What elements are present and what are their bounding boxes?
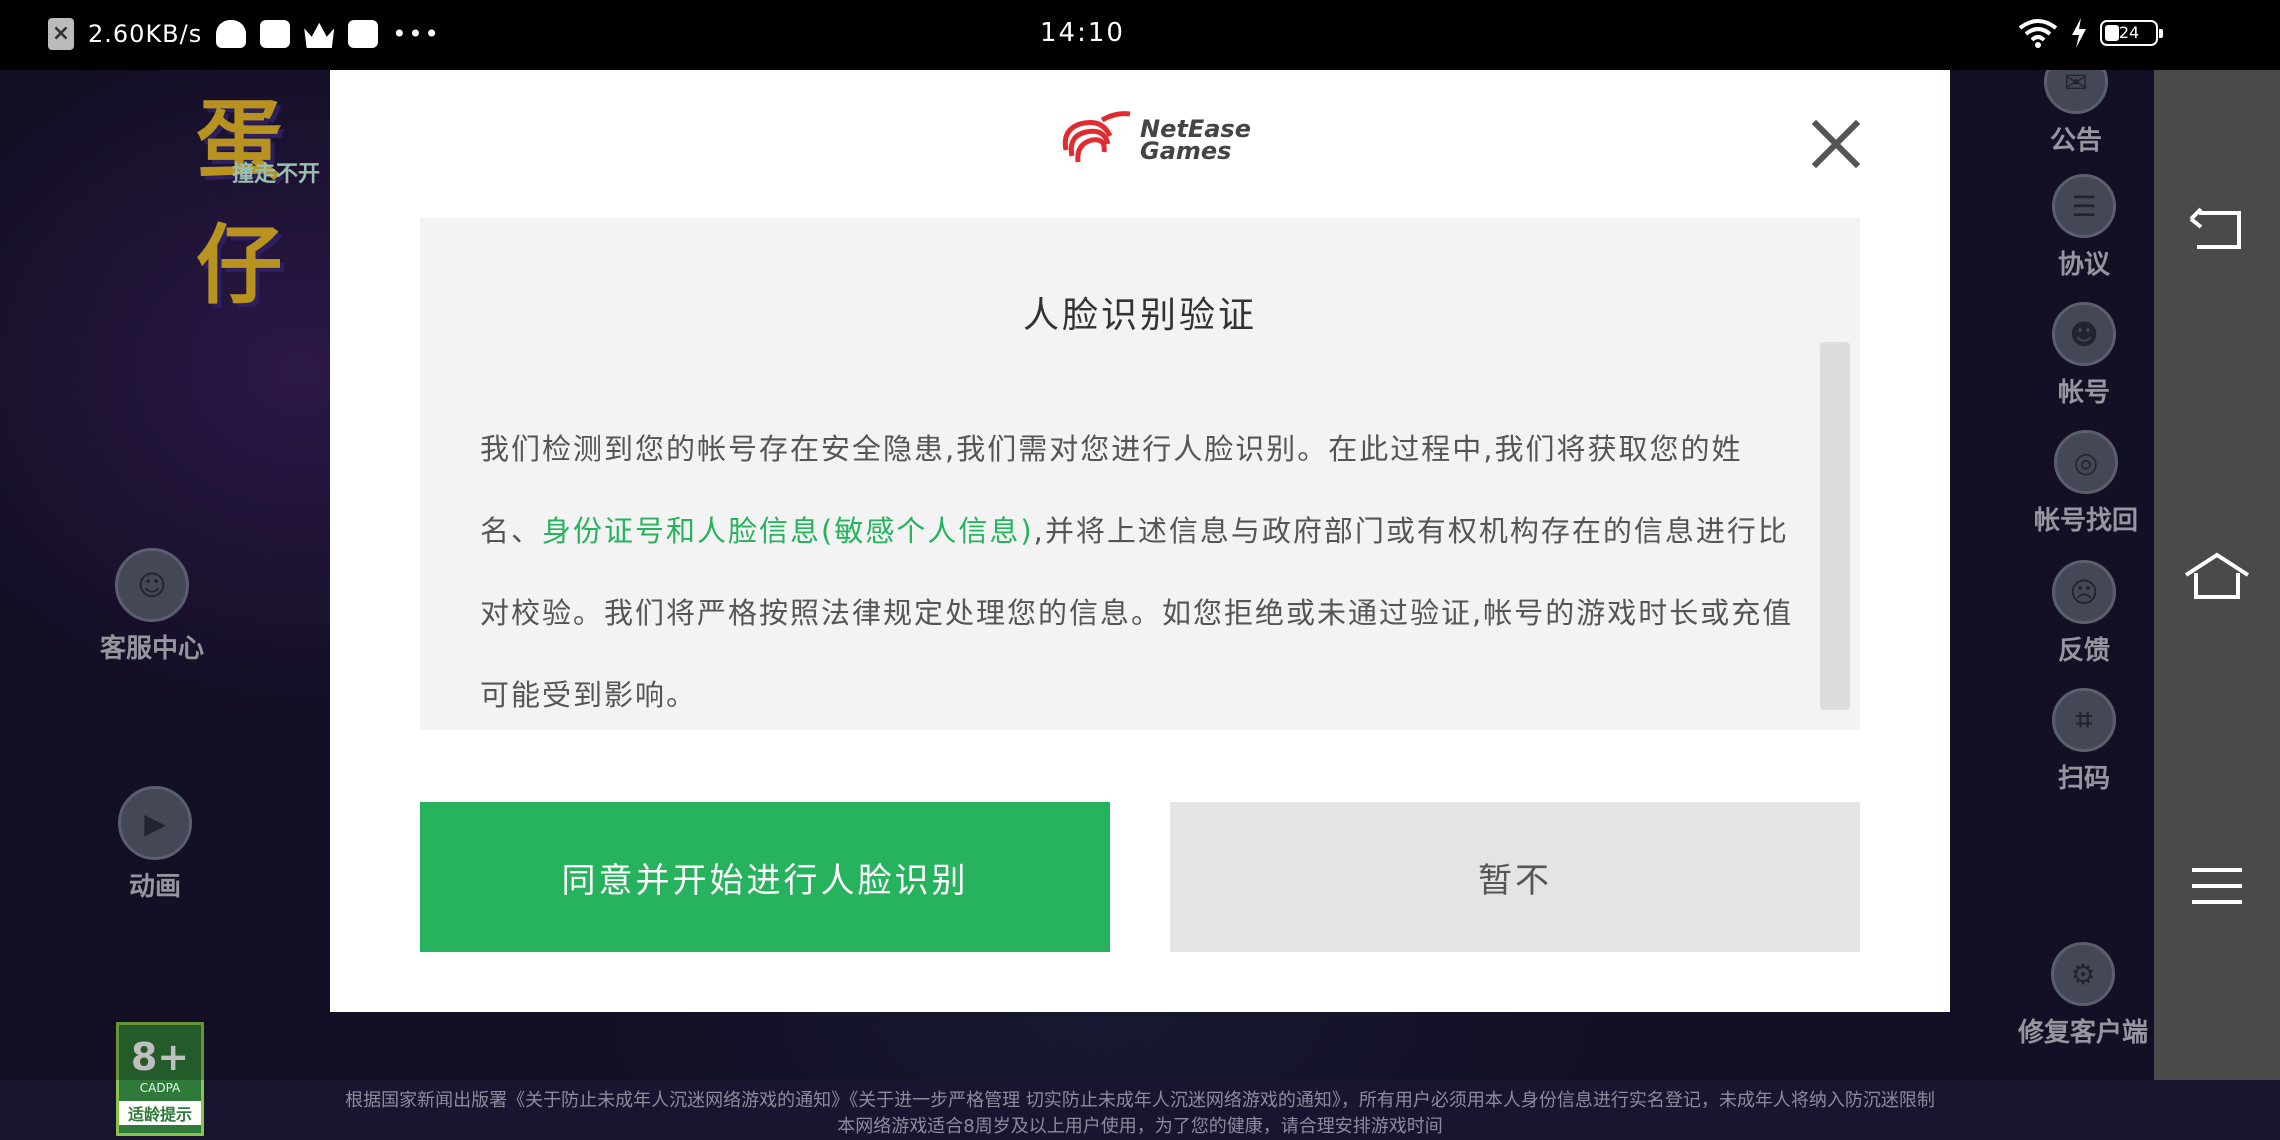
status-bar: × 2.60KB/s ••• 14:10 24 bbox=[0, 0, 2280, 70]
rating-tip: 适龄提示 bbox=[119, 1101, 201, 1125]
nav-menu-button[interactable] bbox=[2154, 846, 2280, 926]
menu-icon bbox=[2192, 868, 2242, 904]
rating-org: CADPA bbox=[139, 1081, 181, 1095]
close-icon bbox=[1811, 119, 1861, 169]
crown-icon bbox=[304, 22, 335, 48]
scrollbar[interactable] bbox=[1820, 342, 1850, 710]
close-button[interactable] bbox=[1806, 114, 1866, 174]
clock: 14:10 bbox=[1040, 18, 1125, 48]
status-left: × 2.60KB/s ••• bbox=[48, 18, 441, 50]
dialog-body: 我们检测到您的帐号存在安全隐患,我们需对您进行人脸识别。在此过程中,我们将获取您… bbox=[480, 408, 1800, 736]
not-now-button[interactable]: 暂不 bbox=[1170, 802, 1860, 952]
agree-face-verification-button[interactable]: 同意并开始进行人脸识别 bbox=[420, 802, 1110, 952]
netease-logo-text: NetEase Games bbox=[1140, 117, 1251, 165]
face-verification-dialog: NetEase Games 人脸识别验证 我们检测到您的帐号存在安全隐患,我们需… bbox=[330, 70, 1950, 1012]
wifi-icon bbox=[2018, 18, 2058, 48]
status-right: 24 bbox=[2018, 18, 2163, 48]
more-notifications-icon: ••• bbox=[392, 20, 441, 48]
battery-icon: 24 bbox=[2100, 20, 2163, 46]
system-nav-bar bbox=[2154, 70, 2280, 1080]
brand-line-2: Games bbox=[1140, 137, 1232, 165]
netease-logo-icon bbox=[1062, 111, 1131, 163]
content-panel[interactable]: 人脸识别验证 我们检测到您的帐号存在安全隐患,我们需对您进行人脸识别。在此过程中… bbox=[420, 218, 1860, 730]
notification-close-icon: × bbox=[48, 18, 74, 50]
net-speed: 2.60KB/s bbox=[88, 20, 203, 48]
charging-icon bbox=[2072, 18, 2086, 48]
dialog-title: 人脸识别验证 bbox=[1022, 295, 1257, 336]
home-icon bbox=[2184, 552, 2250, 599]
sensitive-info-highlight: 身份证号和人脸信息(敏感个人信息) bbox=[542, 514, 1034, 548]
anti-addiction-notice: 根据国家新闻出版署《关于防止未成年人沉迷网络游戏的通知》《关于进一步严格管理 切… bbox=[300, 1088, 1980, 1140]
mail-icon bbox=[348, 20, 379, 48]
cloud-icon bbox=[216, 20, 247, 48]
nav-back-button[interactable] bbox=[2154, 190, 2280, 270]
notice-line-1: 根据国家新闻出版署《关于防止未成年人沉迷网络游戏的通知》《关于进一步严格管理 切… bbox=[345, 1090, 1935, 1111]
notice-line-2: 本网络游戏适合8周岁及以上用户使用，为了您的健康，请合理安排游戏时间 bbox=[837, 1116, 1443, 1137]
nav-home-button[interactable] bbox=[2154, 536, 2280, 616]
battery-level: 24 bbox=[2118, 23, 2140, 42]
back-icon bbox=[2189, 207, 2241, 249]
netease-games-logo: NetEase Games bbox=[1058, 110, 1251, 170]
app-icon bbox=[260, 20, 291, 48]
